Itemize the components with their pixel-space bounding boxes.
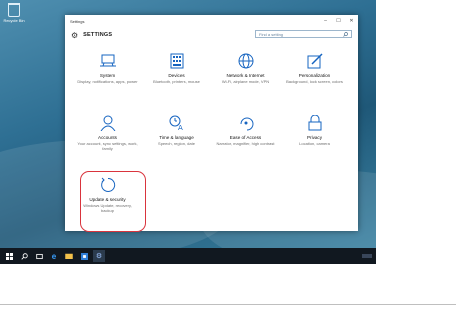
- person-icon: [73, 113, 142, 133]
- system-tray[interactable]: [362, 254, 372, 258]
- tile-network[interactable]: Network & Internet Wi-Fi, airplane mode,…: [211, 51, 280, 113]
- search-input[interactable]: Find a setting: [255, 30, 352, 38]
- clock-icon: A: [142, 113, 211, 133]
- store-icon: [80, 252, 88, 260]
- minimize-button[interactable]: –: [319, 15, 332, 27]
- search-icon: [20, 252, 28, 260]
- tile-desc: Speech, region, date: [158, 140, 195, 146]
- tile-ease-of-access[interactable]: Ease of Access Narrator, magnifier, high…: [211, 113, 280, 175]
- recycle-bin-label: Recycle Bin: [3, 18, 25, 23]
- search-placeholder: Find a setting: [259, 31, 284, 37]
- recycle-bin[interactable]: Recycle Bin: [3, 3, 25, 23]
- title-bar: Settings – ☐ ✕: [65, 15, 358, 27]
- divider: [0, 304, 456, 305]
- accessibility-icon: [211, 113, 280, 133]
- file-explorer-button[interactable]: [63, 250, 75, 262]
- gear-icon: ⚙: [95, 253, 103, 260]
- svg-text:A: A: [178, 124, 183, 131]
- recycle-bin-icon: [8, 3, 20, 17]
- settings-taskbar-button[interactable]: ⚙: [93, 250, 105, 262]
- folder-icon: [65, 253, 73, 259]
- globe-icon: [211, 51, 280, 71]
- monitor-icon: [73, 51, 142, 71]
- pen-icon: [280, 51, 349, 71]
- tile-devices[interactable]: Devices Bluetooth, printers, mouse: [142, 51, 211, 113]
- tile-desc: Background, lock screen, colors: [286, 78, 343, 84]
- task-view-button[interactable]: [33, 250, 45, 262]
- settings-window: Settings – ☐ ✕ ⚙ SETTINGS Find a setting: [65, 15, 358, 232]
- tile-desc: Your account, sync settings, work, famil…: [77, 140, 138, 151]
- search-button[interactable]: [18, 250, 30, 262]
- tile-desc: Location, camera: [299, 140, 330, 146]
- search-icon: [343, 31, 348, 37]
- lock-icon: [280, 113, 349, 133]
- tile-system[interactable]: System Display, notifications, apps, pow…: [73, 51, 142, 113]
- page-title: SETTINGS: [83, 32, 113, 38]
- tile-privacy[interactable]: Privacy Location, camera: [280, 113, 349, 175]
- edge-button[interactable]: e: [48, 250, 60, 262]
- tile-time-language[interactable]: A Time & language Speech, region, date: [142, 113, 211, 175]
- maximize-button[interactable]: ☐: [332, 15, 345, 27]
- tile-accounts[interactable]: Accounts Your account, sync settings, wo…: [73, 113, 142, 175]
- windows-logo-icon: [5, 252, 13, 260]
- gear-icon: ⚙: [71, 30, 79, 40]
- close-button[interactable]: ✕: [345, 15, 358, 27]
- desktop: Recycle Bin Settings – ☐ ✕ ⚙ SETTINGS Fi…: [0, 0, 376, 264]
- tile-desc: Wi-Fi, airplane mode, VPN: [221, 78, 270, 84]
- task-view-icon: [35, 253, 43, 259]
- tile-desc: Narrator, magnifier, high contrast: [216, 140, 275, 146]
- tile-desc: Display, notifications, apps, power: [77, 78, 138, 84]
- start-button[interactable]: [3, 250, 15, 262]
- store-button[interactable]: [78, 250, 90, 262]
- tile-personalization[interactable]: Personalization Background, lock screen,…: [280, 51, 349, 113]
- edge-icon: e: [51, 251, 57, 261]
- tile-desc: Bluetooth, printers, mouse: [153, 78, 200, 84]
- highlight-circle: [80, 171, 146, 232]
- window-title: Settings: [70, 18, 85, 24]
- keyboard-icon: [142, 51, 211, 71]
- taskbar: e ⚙: [0, 248, 376, 264]
